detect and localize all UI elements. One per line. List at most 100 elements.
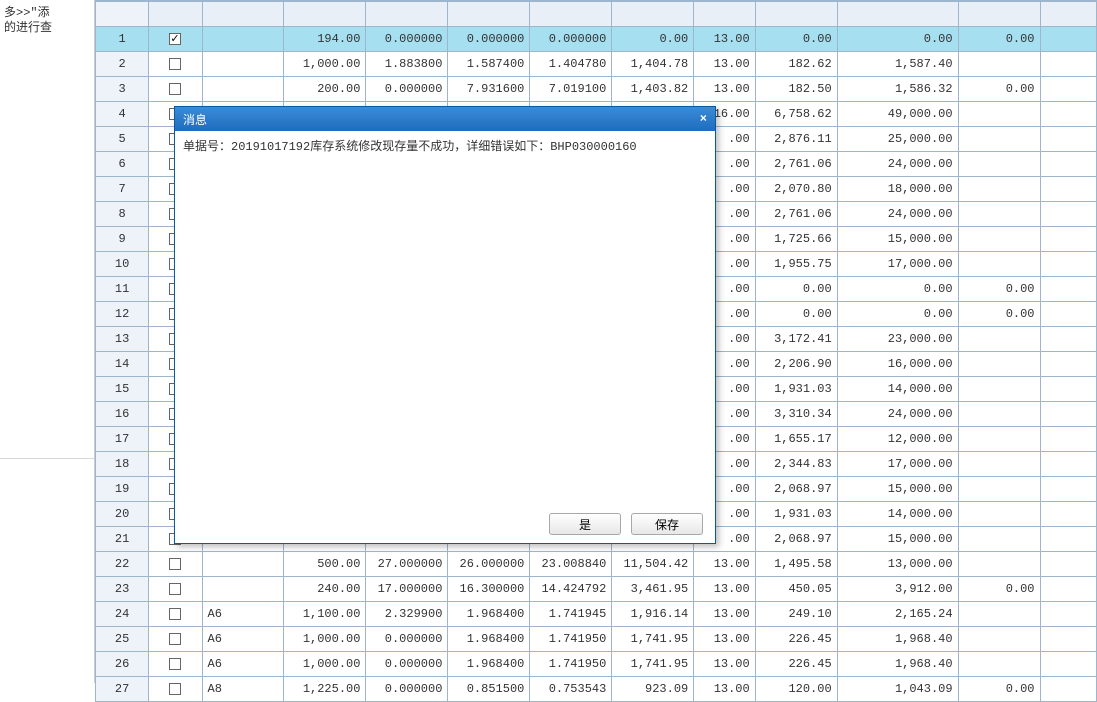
qty-cell[interactable]: 1,000.00 [284, 627, 366, 652]
num-cell-5[interactable]: 0.00 [612, 27, 694, 52]
row-index[interactable]: 25 [96, 627, 149, 652]
num-cell-9[interactable] [958, 102, 1040, 127]
num-cell-7[interactable]: 226.45 [755, 627, 837, 652]
num-cell-8[interactable]: 14,000.00 [837, 502, 958, 527]
num-cell-6[interactable]: 13.00 [694, 77, 755, 102]
row-index[interactable]: 11 [96, 277, 149, 302]
num-cell-2[interactable]: 17.000000 [366, 577, 448, 602]
num-cell-6[interactable]: 13.00 [694, 627, 755, 652]
qty-cell[interactable]: 200.00 [284, 77, 366, 102]
row-index[interactable]: 10 [96, 252, 149, 277]
num-cell-3[interactable]: 7.931600 [448, 77, 530, 102]
num-cell-7[interactable]: 226.45 [755, 652, 837, 677]
num-cell-9[interactable] [958, 602, 1040, 627]
num-cell-9[interactable] [958, 427, 1040, 452]
num-cell-7[interactable]: 2,761.06 [755, 152, 837, 177]
num-cell-7[interactable]: 2,070.80 [755, 177, 837, 202]
row-index[interactable]: 16 [96, 402, 149, 427]
num-cell-7[interactable]: 3,172.41 [755, 327, 837, 352]
num-cell-2[interactable]: 0.000000 [366, 77, 448, 102]
row-checkbox[interactable] [169, 683, 181, 695]
num-cell-2[interactable]: 0.000000 [366, 27, 448, 52]
table-row[interactable]: 23240.0017.00000016.30000014.4247923,461… [96, 577, 1097, 602]
row-checkbox-cell[interactable] [149, 677, 202, 702]
num-cell-4[interactable]: 0.000000 [530, 27, 612, 52]
row-checkbox-cell[interactable] [149, 577, 202, 602]
num-cell-2[interactable]: 0.000000 [366, 677, 448, 702]
num-cell-9[interactable]: 0.00 [958, 302, 1040, 327]
code-cell[interactable]: A6 [202, 602, 284, 627]
num-cell-9[interactable]: 0.00 [958, 577, 1040, 602]
row-index[interactable]: 4 [96, 102, 149, 127]
table-row[interactable]: 25A61,000.000.0000001.9684001.7419501,74… [96, 627, 1097, 652]
close-icon[interactable]: × [700, 112, 707, 126]
row-checkbox[interactable] [169, 558, 181, 570]
num-cell-8[interactable]: 0.00 [837, 277, 958, 302]
num-cell-7[interactable]: 2,876.11 [755, 127, 837, 152]
num-cell-7[interactable]: 0.00 [755, 302, 837, 327]
num-cell-3[interactable]: 26.000000 [448, 552, 530, 577]
row-index[interactable]: 14 [96, 352, 149, 377]
num-cell-3[interactable]: 1.968400 [448, 602, 530, 627]
num-cell-2[interactable]: 1.883800 [366, 52, 448, 77]
num-cell-9[interactable] [958, 552, 1040, 577]
num-cell-9[interactable] [958, 477, 1040, 502]
dialog-titlebar[interactable]: 消息 × [175, 107, 715, 131]
qty-cell[interactable]: 1,100.00 [284, 602, 366, 627]
num-cell-9[interactable] [958, 377, 1040, 402]
num-cell-8[interactable]: 15,000.00 [837, 477, 958, 502]
num-cell-8[interactable]: 15,000.00 [837, 227, 958, 252]
num-cell-7[interactable]: 3,310.34 [755, 402, 837, 427]
num-cell-2[interactable]: 0.000000 [366, 627, 448, 652]
row-index[interactable]: 8 [96, 202, 149, 227]
num-cell-6[interactable]: 13.00 [694, 27, 755, 52]
row-index[interactable]: 7 [96, 177, 149, 202]
row-checkbox-cell[interactable] [149, 27, 202, 52]
code-cell[interactable]: A6 [202, 627, 284, 652]
num-cell-9[interactable] [958, 127, 1040, 152]
num-cell-8[interactable]: 49,000.00 [837, 102, 958, 127]
qty-cell[interactable]: 500.00 [284, 552, 366, 577]
num-cell-8[interactable]: 1,968.40 [837, 652, 958, 677]
num-cell-4[interactable]: 7.019100 [530, 77, 612, 102]
num-cell-7[interactable]: 450.05 [755, 577, 837, 602]
num-cell-7[interactable]: 0.00 [755, 277, 837, 302]
num-cell-8[interactable]: 1,968.40 [837, 627, 958, 652]
qty-cell[interactable]: 1,000.00 [284, 652, 366, 677]
num-cell-4[interactable]: 1.741950 [530, 627, 612, 652]
code-cell[interactable] [202, 577, 284, 602]
num-cell-8[interactable]: 25,000.00 [837, 127, 958, 152]
num-cell-8[interactable]: 12,000.00 [837, 427, 958, 452]
num-cell-7[interactable]: 249.10 [755, 602, 837, 627]
table-row[interactable]: 26A61,000.000.0000001.9684001.7419501,74… [96, 652, 1097, 677]
num-cell-9[interactable] [958, 652, 1040, 677]
qty-cell[interactable]: 1,000.00 [284, 52, 366, 77]
row-checkbox-cell[interactable] [149, 627, 202, 652]
num-cell-9[interactable] [958, 402, 1040, 427]
table-row[interactable]: 22500.0027.00000026.00000023.00884011,50… [96, 552, 1097, 577]
row-checkbox[interactable] [169, 33, 181, 45]
num-cell-9[interactable] [958, 502, 1040, 527]
num-cell-5[interactable]: 1,916.14 [612, 602, 694, 627]
num-cell-7[interactable]: 120.00 [755, 677, 837, 702]
num-cell-7[interactable]: 0.00 [755, 27, 837, 52]
num-cell-8[interactable]: 1,587.40 [837, 52, 958, 77]
num-cell-7[interactable]: 1,655.17 [755, 427, 837, 452]
row-checkbox[interactable] [169, 608, 181, 620]
row-index[interactable]: 18 [96, 452, 149, 477]
num-cell-4[interactable]: 23.008840 [530, 552, 612, 577]
num-cell-9[interactable] [958, 227, 1040, 252]
num-cell-9[interactable] [958, 627, 1040, 652]
num-cell-7[interactable]: 182.50 [755, 77, 837, 102]
num-cell-3[interactable]: 1.968400 [448, 652, 530, 677]
row-index[interactable]: 2 [96, 52, 149, 77]
num-cell-7[interactable]: 1,931.03 [755, 502, 837, 527]
code-cell[interactable] [202, 52, 284, 77]
num-cell-7[interactable]: 1,495.58 [755, 552, 837, 577]
num-cell-8[interactable]: 17,000.00 [837, 252, 958, 277]
row-index[interactable]: 12 [96, 302, 149, 327]
code-cell[interactable] [202, 27, 284, 52]
num-cell-7[interactable]: 6,758.62 [755, 102, 837, 127]
row-checkbox-cell[interactable] [149, 552, 202, 577]
num-cell-7[interactable]: 2,068.97 [755, 527, 837, 552]
